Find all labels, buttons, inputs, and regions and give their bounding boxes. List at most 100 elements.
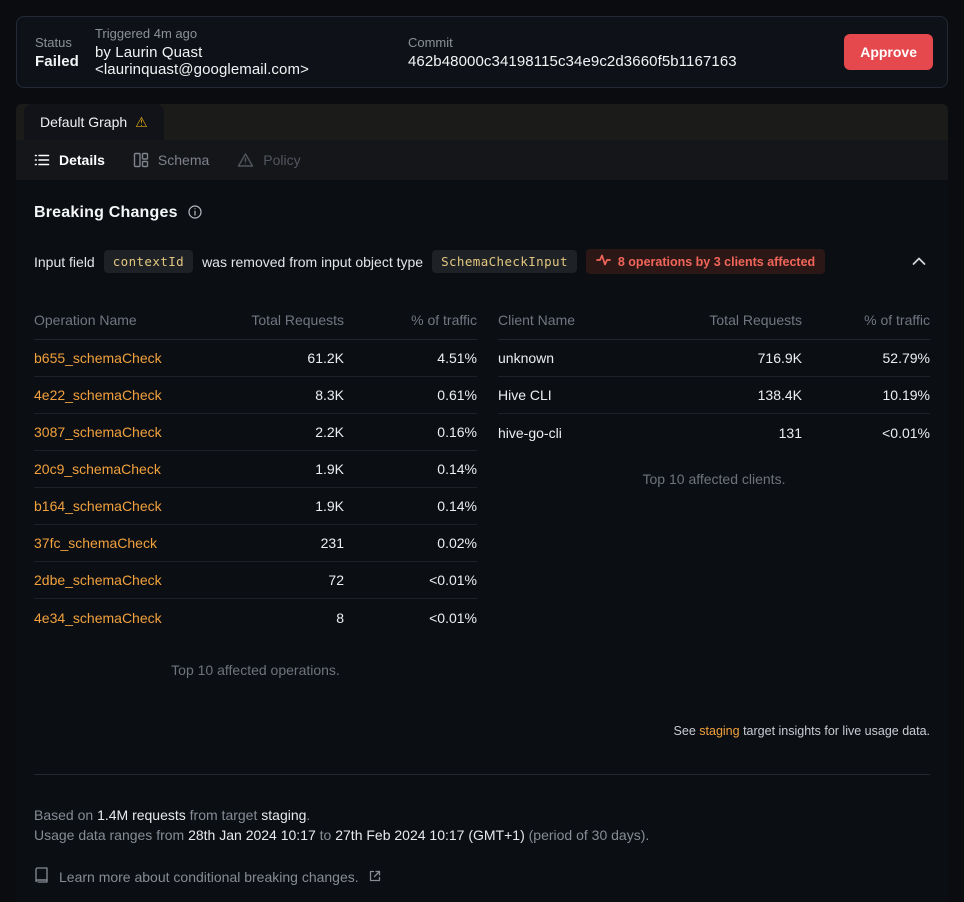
graph-tab-strip: Default Graph ⚠ xyxy=(16,104,948,140)
insights-note: See staging target insights for live usa… xyxy=(34,724,930,738)
requests-cell: 8.3K xyxy=(214,387,344,403)
operations-caption: Top 10 affected operations. xyxy=(34,662,477,678)
requests-cell: 72 xyxy=(214,572,344,588)
col-traffic: % of traffic xyxy=(344,312,477,328)
traffic-cell: 4.51% xyxy=(344,350,477,366)
field-code-chip: contextId xyxy=(104,250,193,273)
schema-icon xyxy=(133,152,149,168)
operation-link[interactable]: 37fc_schemaCheck xyxy=(34,535,157,551)
col-total-requests: Total Requests xyxy=(632,312,802,328)
table-row: 20c9_schemaCheck 1.9K 0.14% xyxy=(34,451,477,488)
affected-badge-label: 8 operations by 3 clients affected xyxy=(618,255,815,269)
target-name: staging xyxy=(261,807,306,823)
triggered-value: by Laurin Quast <laurinquast@googlemail.… xyxy=(95,44,408,78)
operation-link[interactable]: 3087_schemaCheck xyxy=(34,424,162,440)
operation-link[interactable]: 4e34_schemaCheck xyxy=(34,610,162,626)
table-row: 3087_schemaCheck 2.2K 0.16% xyxy=(34,414,477,451)
graph-tab-label: Default Graph xyxy=(40,114,127,130)
collapse-chevron-icon[interactable] xyxy=(908,250,930,273)
tab-details-label: Details xyxy=(59,152,105,168)
operations-table: Operation Name Total Requests % of traff… xyxy=(34,300,477,678)
requests-cell: 131 xyxy=(632,425,802,441)
warning-triangle-icon xyxy=(237,152,254,168)
tab-default-graph[interactable]: Default Graph ⚠ xyxy=(24,104,164,140)
external-link-icon xyxy=(369,869,381,885)
client-name-cell: hive-go-cli xyxy=(498,425,632,441)
traffic-cell: <0.01% xyxy=(344,610,477,626)
table-row: 4e22_schemaCheck 8.3K 0.61% xyxy=(34,377,477,414)
traffic-cell: 52.79% xyxy=(802,350,930,366)
usage-summary-line2: Usage data ranges from 28th Jan 2024 10:… xyxy=(34,825,930,845)
range-suffix-text: (period of 30 days). xyxy=(529,827,650,843)
from-target-text: from target xyxy=(190,807,258,823)
to-text: to xyxy=(320,827,332,843)
operation-link[interactable]: 20c9_schemaCheck xyxy=(34,461,161,477)
check-nav-tabs: Details Schema Policy xyxy=(16,140,948,180)
tab-schema-label: Schema xyxy=(158,152,209,168)
table-row: hive-go-cli 131 <0.01% xyxy=(498,414,930,451)
insights-note-post: target insights for live usage data. xyxy=(743,724,930,738)
triggered-label: Triggered 4m ago xyxy=(95,26,408,41)
staging-target-link[interactable]: staging xyxy=(699,724,739,738)
commit-label: Commit xyxy=(408,35,844,50)
client-name-cell: Hive CLI xyxy=(498,387,632,403)
breaking-changes-title: Breaking Changes xyxy=(34,204,178,222)
date-from: 28th Jan 2024 10:17 xyxy=(188,827,316,843)
range-pre-text: Usage data ranges from xyxy=(34,827,184,843)
table-row: 37fc_schemaCheck 231 0.02% xyxy=(34,525,477,562)
status-label: Status xyxy=(35,35,79,50)
traffic-cell: 0.02% xyxy=(344,535,477,551)
traffic-cell: <0.01% xyxy=(344,572,477,588)
footer-divider xyxy=(34,774,930,775)
warning-icon: ⚠ xyxy=(135,115,148,129)
clients-table-header: Client Name Total Requests % of traffic xyxy=(498,300,930,340)
table-row: b164_schemaCheck 1.9K 0.14% xyxy=(34,488,477,525)
usage-summary: Based on 1.4M requests from target stagi… xyxy=(34,805,930,845)
traffic-cell: 0.14% xyxy=(344,461,477,477)
table-row: 2dbe_schemaCheck 72 <0.01% xyxy=(34,562,477,599)
details-panel: Breaking Changes Input field contextId w… xyxy=(16,180,948,902)
requests-cell: 1.9K xyxy=(214,461,344,477)
change-text-middle: was removed from input object type xyxy=(202,254,423,270)
learn-more-link[interactable]: Learn more about conditional breaking ch… xyxy=(34,867,381,886)
approve-button[interactable]: Approve xyxy=(844,34,933,70)
tab-schema[interactable]: Schema xyxy=(133,152,209,168)
col-total-requests: Total Requests xyxy=(214,312,344,328)
operation-link[interactable]: b164_schemaCheck xyxy=(34,498,162,514)
clients-caption: Top 10 affected clients. xyxy=(498,471,930,487)
col-traffic: % of traffic xyxy=(802,312,930,328)
insights-note-pre: See xyxy=(674,724,696,738)
traffic-cell: <0.01% xyxy=(802,425,930,441)
requests-cell: 2.2K xyxy=(214,424,344,440)
book-icon xyxy=(34,867,49,886)
activity-pulse-icon xyxy=(596,254,611,269)
requests-cell: 1.9K xyxy=(214,498,344,514)
operation-link[interactable]: 4e22_schemaCheck xyxy=(34,387,162,403)
requests-cell: 61.2K xyxy=(214,350,344,366)
requests-count: 1.4M requests xyxy=(97,807,186,823)
tab-policy[interactable]: Policy xyxy=(237,152,300,168)
triggered-stat: Triggered 4m ago by Laurin Quast <laurin… xyxy=(95,26,408,78)
change-text-before: Input field xyxy=(34,254,95,270)
client-name-cell: unknown xyxy=(498,350,632,366)
requests-cell: 138.4K xyxy=(632,387,802,403)
table-row: 4e34_schemaCheck 8 <0.01% xyxy=(34,599,477,636)
operation-link[interactable]: b655_schemaCheck xyxy=(34,350,162,366)
breaking-change-row[interactable]: Input field contextId was removed from i… xyxy=(34,249,930,274)
commit-value: 462b48000c34198115c34e9c2d3660f5b1167163 xyxy=(408,53,844,70)
date-to: 27th Feb 2024 10:17 (GMT+1) xyxy=(335,827,525,843)
operation-link[interactable]: 2dbe_schemaCheck xyxy=(34,572,162,588)
type-code-chip: SchemaCheckInput xyxy=(432,250,577,273)
status-value: Failed xyxy=(35,53,79,70)
traffic-cell: 0.14% xyxy=(344,498,477,514)
info-icon xyxy=(188,205,202,222)
learn-more-label: Learn more about conditional breaking ch… xyxy=(59,869,359,885)
based-on-text: Based on xyxy=(34,807,93,823)
col-client-name: Client Name xyxy=(498,312,632,328)
table-row: Hive CLI 138.4K 10.19% xyxy=(498,377,930,414)
traffic-cell: 0.61% xyxy=(344,387,477,403)
usage-summary-line1: Based on 1.4M requests from target stagi… xyxy=(34,805,930,825)
list-icon xyxy=(34,152,50,168)
tab-details[interactable]: Details xyxy=(34,152,105,168)
requests-cell: 8 xyxy=(214,610,344,626)
